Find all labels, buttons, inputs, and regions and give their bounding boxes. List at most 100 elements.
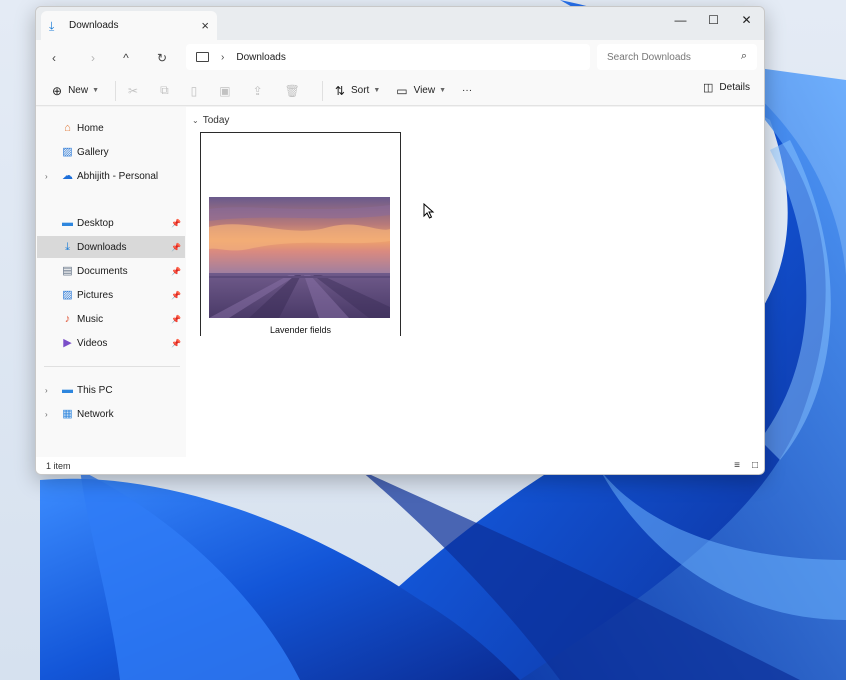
sidebar-item-label: Videos bbox=[77, 337, 108, 349]
rename-icon: ▣ bbox=[219, 83, 231, 98]
file-thumbnail bbox=[209, 197, 390, 318]
cut-button[interactable]: ✂ bbox=[122, 80, 150, 102]
file-explorer-window: ⤓ Downloads × — ☐ ✕ ‹ › ^ ↻ › Downloads … bbox=[35, 6, 765, 475]
pictures-icon: ▨ bbox=[62, 289, 73, 301]
view-icon: ▭ bbox=[396, 83, 408, 98]
maximize-button[interactable]: ☐ bbox=[697, 9, 730, 31]
chevron-right-icon[interactable]: › bbox=[45, 386, 48, 395]
view-label: View bbox=[413, 85, 436, 96]
close-tab-icon[interactable]: × bbox=[201, 18, 209, 33]
back-button[interactable]: ‹ bbox=[44, 48, 64, 68]
new-button[interactable]: ⊕ New ▼ bbox=[46, 80, 105, 102]
chevron-down-icon: ▼ bbox=[373, 87, 381, 94]
pin-icon: 📌 bbox=[171, 338, 181, 348]
refresh-button[interactable]: ↻ bbox=[152, 48, 172, 68]
more-options-button[interactable]: ··· bbox=[456, 80, 478, 102]
title-bar: ⤓ Downloads × — ☐ ✕ bbox=[36, 7, 764, 40]
sidebar-item-home[interactable]: ⌂ Home bbox=[37, 117, 185, 139]
copy-button[interactable]: ⧉ bbox=[154, 80, 181, 102]
details-button[interactable]: ◫ Details bbox=[703, 81, 750, 94]
desktop-icon: ▬ bbox=[62, 217, 73, 229]
music-icon: ♪ bbox=[64, 313, 71, 325]
chevron-right-icon[interactable]: › bbox=[45, 172, 48, 181]
mouse-cursor-icon bbox=[423, 203, 435, 219]
file-list: ⌄ Today Lavender fields bbox=[186, 107, 764, 459]
sidebar-item-onedrive[interactable]: › ☁ Abhijith - Personal bbox=[37, 165, 185, 187]
sidebar-divider bbox=[44, 366, 180, 367]
sidebar-item-documents[interactable]: ▤ Documents 📌 bbox=[37, 260, 185, 282]
sidebar-item-pictures[interactable]: ▨ Pictures 📌 bbox=[37, 284, 185, 306]
address-bar[interactable]: › Downloads bbox=[186, 44, 590, 70]
videos-icon: ▶ bbox=[63, 337, 72, 349]
pin-icon: 📌 bbox=[171, 290, 181, 300]
sidebar-item-downloads[interactable]: ⤓ Downloads 📌 bbox=[37, 236, 185, 258]
computer-icon: ▬ bbox=[62, 384, 73, 396]
document-icon: ▤ bbox=[62, 265, 73, 277]
breadcrumb-chevron-icon: › bbox=[221, 51, 225, 63]
share-icon: ⇪ bbox=[252, 83, 263, 98]
search-placeholder: Search Downloads bbox=[607, 51, 691, 63]
delete-button[interactable]: 🗑 bbox=[279, 80, 312, 102]
sidebar-item-network[interactable]: › ▦ Network bbox=[37, 403, 185, 425]
details-label: Details bbox=[719, 82, 750, 93]
up-button[interactable]: ^ bbox=[116, 48, 136, 68]
rename-button[interactable]: ▣ bbox=[213, 80, 242, 102]
trash-icon: 🗑 bbox=[284, 83, 300, 98]
tab-title: Downloads bbox=[69, 20, 119, 31]
details-view-icon[interactable]: ≡ bbox=[734, 460, 740, 471]
plus-circle-icon: ⊕ bbox=[52, 83, 63, 98]
item-count: 1 item bbox=[46, 460, 71, 471]
new-label: New bbox=[68, 85, 89, 96]
home-icon: ⌂ bbox=[64, 122, 71, 134]
sidebar-item-label: Pictures bbox=[77, 289, 114, 301]
file-tile[interactable]: Lavender fields bbox=[200, 132, 401, 336]
close-window-button[interactable]: ✕ bbox=[730, 9, 763, 31]
search-icon: ⌕ bbox=[740, 50, 747, 62]
tiles-view-icon[interactable]: □ bbox=[752, 460, 758, 471]
chevron-right-icon[interactable]: › bbox=[45, 410, 48, 419]
sidebar-item-label: Network bbox=[77, 408, 114, 420]
pin-icon: 📌 bbox=[171, 266, 181, 276]
file-name: Lavender fields bbox=[269, 325, 332, 335]
sidebar-item-label: Home bbox=[77, 122, 104, 134]
view-button[interactable]: ▭ View ▼ bbox=[390, 80, 452, 102]
download-icon: ⤓ bbox=[65, 241, 70, 253]
sidebar-item-label: Music bbox=[77, 313, 104, 325]
clipboard-icon: ▯ bbox=[190, 83, 198, 98]
command-bar: ⊕ New ▼ ✂ ⧉ ▯ ▣ ⇪ 🗑 ⇅ Sort ▼ ▭ View ▼ ··… bbox=[36, 76, 764, 106]
sidebar-item-this-pc[interactable]: › ▬ This PC bbox=[37, 379, 185, 401]
chevron-down-icon: ▼ bbox=[92, 87, 100, 94]
sidebar-item-gallery[interactable]: ▨ Gallery bbox=[37, 141, 185, 163]
sidebar-item-label: Downloads bbox=[77, 241, 127, 253]
navigation-bar: ‹ › ^ ↻ › Downloads Search Downloads ⌕ bbox=[36, 40, 764, 76]
sort-button[interactable]: ⇅ Sort ▼ bbox=[329, 80, 386, 102]
sidebar-item-label: Abhijith - Personal bbox=[77, 170, 159, 182]
sidebar-item-desktop[interactable]: ▬ Desktop 📌 bbox=[37, 212, 185, 234]
sidebar-item-music[interactable]: ♪ Music 📌 bbox=[37, 308, 185, 330]
pin-icon: 📌 bbox=[171, 218, 181, 228]
sidebar-item-label: Documents bbox=[77, 265, 128, 277]
sidebar-item-label: Desktop bbox=[77, 217, 114, 229]
search-input[interactable]: Search Downloads ⌕ bbox=[597, 44, 757, 70]
paste-button[interactable]: ▯ bbox=[185, 80, 210, 102]
pc-icon bbox=[196, 52, 209, 62]
network-icon: ▦ bbox=[62, 408, 73, 420]
sort-icon: ⇅ bbox=[334, 83, 345, 98]
share-button[interactable]: ⇪ bbox=[247, 80, 275, 102]
tab-downloads[interactable]: ⤓ Downloads × bbox=[41, 11, 217, 40]
breadcrumb-downloads[interactable]: Downloads bbox=[236, 52, 285, 63]
group-header-today[interactable]: ⌄ Today bbox=[192, 115, 229, 126]
forward-button[interactable]: › bbox=[83, 48, 103, 68]
toolbar-divider bbox=[321, 80, 323, 101]
chevron-down-icon: ▼ bbox=[439, 87, 447, 94]
scissors-icon: ✂ bbox=[128, 83, 139, 98]
minimize-button[interactable]: — bbox=[664, 9, 697, 31]
pin-icon: 📌 bbox=[171, 314, 181, 324]
chevron-down-icon: ⌄ bbox=[192, 116, 199, 125]
copy-icon: ⧉ bbox=[160, 83, 169, 97]
sidebar-item-videos[interactable]: ▶ Videos 📌 bbox=[37, 332, 185, 354]
details-pane-icon: ◫ bbox=[703, 82, 714, 94]
gallery-icon: ▨ bbox=[62, 146, 73, 158]
cloud-icon: ☁ bbox=[62, 170, 73, 182]
pin-icon: 📌 bbox=[171, 242, 181, 252]
